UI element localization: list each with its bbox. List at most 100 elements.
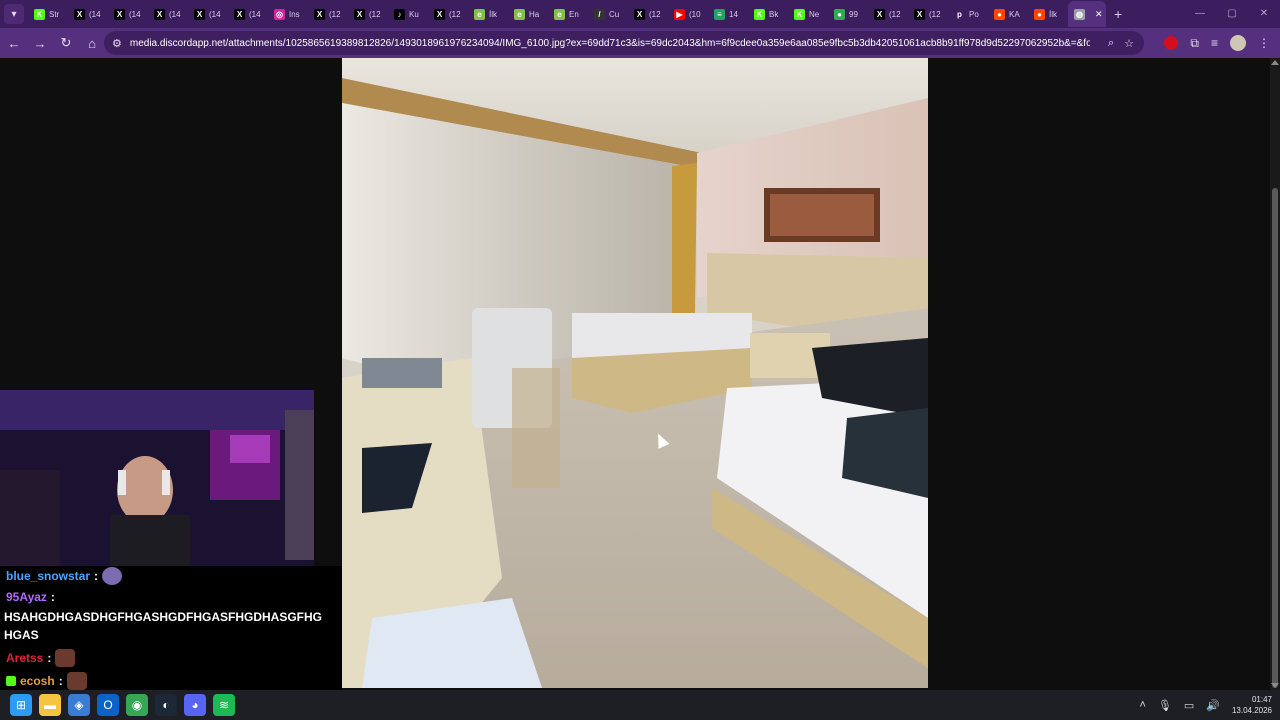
close-window-button[interactable]: ✕ xyxy=(1248,0,1280,28)
browser-tab[interactable]: K Bk xyxy=(748,1,788,27)
tab-list: K Str X (14 X (14 X (14 X (14 X (14 ◎ Ins X (12 X (12 ♪ Ku X… xyxy=(28,1,1106,27)
forward-button[interactable]: → xyxy=(28,31,52,55)
chat-message: ecosh : xyxy=(6,672,87,690)
browser-tab[interactable]: X (14 xyxy=(108,1,148,27)
store-icon[interactable]: ◈ xyxy=(68,694,90,716)
browser-tab[interactable]: X (12 xyxy=(868,1,908,27)
x-icon: X xyxy=(634,8,645,20)
toolbar: ← → ↻ ⌂ ⚙ media.discordapp.net/attachmen… xyxy=(0,28,1280,58)
browser-tab[interactable]: ◍ ✕ xyxy=(1068,1,1106,27)
browser-tab[interactable]: K Str xyxy=(28,1,68,27)
tray-overflow-chevron-icon[interactable]: ˄ xyxy=(1139,699,1145,711)
tab-label: Ins xyxy=(289,9,300,19)
windows-start-icon[interactable]: ⊞ xyxy=(10,694,32,716)
zoom-icon[interactable]: ⌕ xyxy=(1108,37,1114,50)
back-button[interactable]: ← xyxy=(2,31,26,55)
chat-username: Aretss xyxy=(6,651,44,665)
chat-message: blue_snowstar : xyxy=(6,567,123,585)
browser-tab[interactable]: p Po xyxy=(948,1,988,27)
media-control-icon[interactable]: ≡ xyxy=(1211,36,1218,50)
profile-avatar[interactable] xyxy=(1230,35,1246,51)
clock[interactable]: 01:47 13.04.2026 xyxy=(1232,694,1272,716)
discord-icon[interactable]: ◕ xyxy=(184,694,206,716)
page-scrollbar[interactable] xyxy=(1270,58,1280,690)
browser-tab[interactable]: e En xyxy=(548,1,588,27)
maximize-button[interactable]: ▢ xyxy=(1216,0,1248,28)
chat-message: 95Ayaz : xyxy=(6,590,55,604)
home-button[interactable]: ⌂ xyxy=(80,31,104,55)
tab-label: (12 xyxy=(329,9,341,19)
browser-tab[interactable]: ● KA xyxy=(988,1,1028,27)
tab-label: (12 xyxy=(649,9,661,19)
network-icon[interactable]: ▭ xyxy=(1184,699,1194,712)
hotel-room-photo[interactable] xyxy=(342,58,928,688)
x-icon: X xyxy=(194,8,205,20)
scroll-down-arrow[interactable] xyxy=(1271,683,1279,688)
browser-tab[interactable]: ◎ Ins xyxy=(268,1,308,27)
x-icon: X xyxy=(74,8,85,20)
hotel-room-illustration xyxy=(342,58,928,688)
chat-separator: : xyxy=(50,590,55,604)
browser-tab[interactable]: ▶ (10 xyxy=(668,1,708,27)
slash-icon: / xyxy=(594,8,605,20)
tab-label: (14 xyxy=(129,9,141,19)
browser-tab[interactable]: / Cu xyxy=(588,1,628,27)
tab-label: KA xyxy=(1009,9,1020,19)
tab-label: (12 xyxy=(889,9,901,19)
new-tab-button[interactable]: + xyxy=(1114,6,1122,22)
eksi-icon: e xyxy=(554,8,565,20)
browser-tab[interactable]: ● 99 xyxy=(828,1,868,27)
minimize-button[interactable]: — xyxy=(1184,0,1216,28)
kick-icon: K xyxy=(794,8,805,20)
chrome-icon[interactable]: ◉ xyxy=(126,694,148,716)
browser-tab[interactable]: X (12 xyxy=(428,1,468,27)
menu-kebab-icon[interactable]: ⋮ xyxy=(1258,36,1270,50)
file-explorer-icon[interactable]: ▬ xyxy=(39,694,61,716)
tab-label: İlk xyxy=(489,9,497,19)
tab-label: (14 xyxy=(169,9,181,19)
browser-tab[interactable]: X (12 xyxy=(628,1,668,27)
spotify-icon[interactable]: ≋ xyxy=(213,694,235,716)
scroll-up-arrow[interactable] xyxy=(1271,60,1279,65)
browser-tab[interactable]: ♪ Ku xyxy=(388,1,428,27)
close-tab-icon[interactable]: ✕ xyxy=(1095,9,1103,20)
outlook-icon[interactable]: O xyxy=(97,694,119,716)
kick-icon: K xyxy=(754,8,765,20)
bookmark-star-icon[interactable]: ☆ xyxy=(1124,37,1134,50)
browser-tab[interactable]: e İlk xyxy=(468,1,508,27)
tab-label: (14 xyxy=(249,9,261,19)
volume-icon[interactable]: 🔊 xyxy=(1206,699,1220,712)
extension-icon[interactable] xyxy=(1164,36,1179,50)
tab-label: (10 xyxy=(689,9,701,19)
extensions-puzzle-icon[interactable]: ⧉ xyxy=(1190,36,1199,51)
tab-label: 14 xyxy=(729,9,738,19)
site-info-icon[interactable]: ⚙ xyxy=(112,37,122,50)
browser-tab[interactable]: e Ha xyxy=(508,1,548,27)
kick-icon: K xyxy=(34,8,45,20)
browser-tab[interactable]: X (14 xyxy=(228,1,268,27)
browser-tab[interactable]: K Ne xyxy=(788,1,828,27)
browser-tab[interactable]: ● İlk xyxy=(1028,1,1068,27)
tab-label: (12 xyxy=(929,9,941,19)
scroll-thumb[interactable] xyxy=(1272,188,1278,688)
browser-tab[interactable]: X (12 xyxy=(348,1,388,27)
reload-button[interactable]: ↻ xyxy=(54,31,78,55)
address-bar[interactable]: ⚙ media.discordapp.net/attachments/10258… xyxy=(104,31,1144,55)
system-tray: ˄ 🎙 ▭ 🔊 01:47 13.04.2026 xyxy=(1139,690,1272,720)
browser-tab[interactable]: X (12 xyxy=(908,1,948,27)
reddit-icon: ● xyxy=(994,8,1005,20)
tab-label: (14 xyxy=(209,9,221,19)
kick-badge-icon xyxy=(6,676,16,686)
tab-search-button[interactable]: ▾ xyxy=(4,4,24,24)
tab-label: (12 xyxy=(449,9,461,19)
browser-tab[interactable]: X (14 xyxy=(188,1,228,27)
browser-tab[interactable]: X (14 xyxy=(148,1,188,27)
steam-icon[interactable]: ◐ xyxy=(155,694,177,716)
tab-label: (12 xyxy=(369,9,381,19)
browser-tab[interactable]: X (12 xyxy=(308,1,348,27)
microphone-icon[interactable]: 🎙 xyxy=(1158,699,1172,712)
browser-tab[interactable]: X (14 xyxy=(68,1,108,27)
chat-username: 95Ayaz xyxy=(6,590,47,604)
browser-tab[interactable]: ≡ 14 xyxy=(708,1,748,27)
reddit-icon: ● xyxy=(1034,8,1045,20)
